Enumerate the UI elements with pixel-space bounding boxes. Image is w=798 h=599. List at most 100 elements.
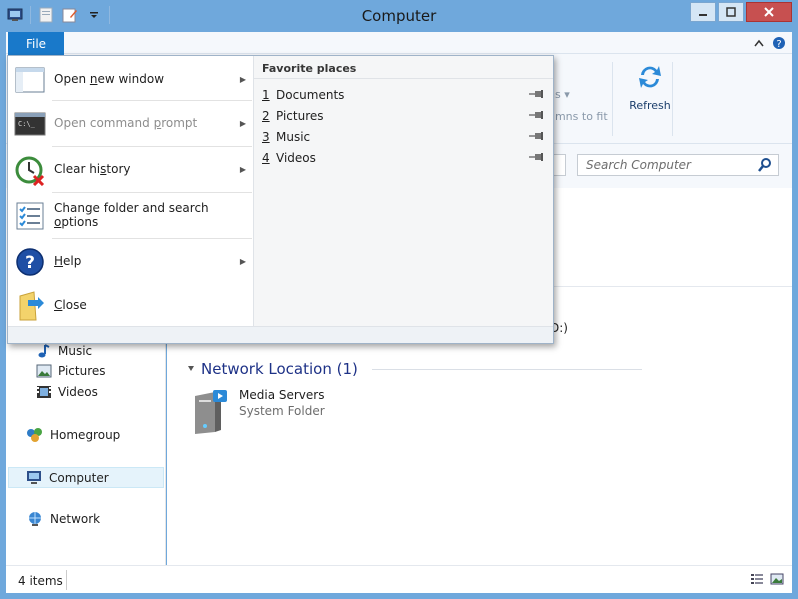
menu-item-label: Change folder and search options (54, 201, 209, 229)
menu-item-label: Help (54, 254, 82, 268)
status-separator (66, 570, 67, 590)
nav-item-pictures[interactable]: Pictures (36, 364, 106, 378)
favorite-pictures[interactable]: 2 Pictures (262, 106, 549, 126)
minimize-icon (699, 14, 707, 16)
favorite-videos[interactable]: 4 Videos (262, 148, 549, 168)
menu-item-label: Open new window (54, 72, 165, 86)
open-new-window-item[interactable]: Open new window ▶ (8, 56, 254, 102)
media-servers-item[interactable]: Media Servers System Folder (189, 388, 325, 436)
help-item[interactable]: ? Help ▶ (8, 238, 254, 284)
close-icon (764, 7, 774, 17)
nav-item-label: Music (58, 344, 93, 358)
nav-item-label: Homegroup (50, 428, 121, 442)
change-folder-options-item[interactable]: Change folder and search options (8, 192, 254, 238)
ribbon-separator (672, 62, 673, 136)
search-placeholder: Search Computer (586, 158, 691, 172)
explorer-window: Computer ? Refresh ns ▾ umns to fit Sear… (0, 0, 798, 599)
menu-item-label: Open command prompt (54, 116, 198, 130)
favorite-label: Videos (276, 151, 316, 165)
favorite-number: 2 (262, 109, 270, 123)
submenu-arrow-icon: ▶ (239, 164, 246, 174)
file-tab[interactable]: File (8, 32, 64, 55)
favorite-number: 4 (262, 151, 270, 165)
folder-options-icon (16, 202, 44, 230)
new-window-icon (15, 67, 45, 93)
refresh-label: Refresh (629, 99, 671, 112)
group-header-line (371, 368, 642, 370)
window-title: Computer (361, 7, 437, 25)
group-header-label: Network Location (1) (201, 360, 358, 378)
pictures-icon (36, 364, 52, 378)
media-server-icon (195, 390, 227, 434)
maximize-icon (726, 7, 736, 17)
nav-item-music[interactable]: Music (36, 343, 92, 359)
pin-icon[interactable] (529, 89, 545, 99)
submenu-arrow-icon: ▶ (239, 256, 246, 266)
favorites-header: Favorite places (262, 62, 357, 75)
collapse-ribbon-icon[interactable] (754, 39, 764, 47)
network-location-group-header[interactable]: Network Location (1) (187, 360, 642, 378)
minimize-button[interactable] (690, 2, 716, 22)
maximize-button[interactable] (718, 2, 744, 22)
homegroup-icon (27, 428, 42, 442)
refresh-icon (639, 66, 661, 88)
open-command-prompt-item[interactable]: C:\_ Open command prompt ▶ (8, 100, 254, 146)
favorite-label: Documents (276, 88, 345, 102)
favorite-music[interactable]: 3 Music (262, 127, 549, 147)
computer-icon (27, 470, 41, 484)
help-icon: ? (16, 248, 44, 276)
svg-text:?: ? (25, 253, 35, 273)
nav-item-computer[interactable]: Computer (8, 467, 164, 488)
ribbon-controls: ? (754, 36, 786, 50)
view-switcher (750, 573, 784, 585)
music-icon (38, 344, 50, 358)
details-view-icon[interactable] (750, 573, 764, 585)
favorite-label: Pictures (276, 109, 324, 123)
title-bar[interactable]: Computer (0, 0, 798, 32)
network-icon (29, 512, 41, 526)
favorites-header-line (254, 78, 553, 79)
submenu-arrow-icon: ▶ (239, 118, 246, 128)
submenu-arrow-icon: ▶ (239, 74, 246, 84)
search-input[interactable]: Search Computer (577, 154, 779, 176)
status-bar: 4 items (6, 565, 792, 593)
search-icon[interactable] (758, 157, 772, 173)
favorite-places-panel: Favorite places 1 Documents 2 Pictures 3… (254, 56, 553, 326)
svg-text:?: ? (776, 39, 781, 50)
pin-icon[interactable] (529, 110, 545, 120)
clear-history-item[interactable]: Clear history ▶ (8, 146, 254, 192)
close-item[interactable]: Close (8, 282, 254, 328)
help-icon[interactable]: ? (772, 36, 786, 50)
pin-icon[interactable] (529, 131, 545, 141)
ribbon-tab-strip: ? (6, 32, 792, 54)
window-controls (690, 2, 792, 22)
item-count: 4 items (18, 574, 63, 588)
file-menu-commands: Open new window ▶ C:\_ Open command prom… (8, 56, 254, 326)
nav-item-label: Videos (58, 385, 98, 399)
svg-text:C:\_: C:\_ (18, 120, 36, 128)
command-prompt-icon: C:\_ (14, 112, 46, 136)
large-icons-view-icon[interactable] (770, 573, 784, 585)
menu-item-label: Clear history (54, 162, 131, 176)
clear-history-icon (15, 156, 45, 186)
favorite-number: 1 (262, 88, 270, 102)
menu-item-label: Close (54, 298, 87, 312)
item-name: Media Servers (239, 388, 325, 402)
ribbon-separator (612, 62, 613, 136)
videos-icon (37, 386, 51, 398)
close-button[interactable] (746, 2, 792, 22)
nav-item-label: Pictures (58, 364, 106, 378)
file-menu: Open new window ▶ C:\_ Open command prom… (7, 55, 554, 344)
ribbon-partial-label-2[interactable]: umns to fit (548, 110, 608, 123)
favorite-number: 3 (262, 130, 270, 144)
close-folder-icon (19, 291, 44, 321)
collapse-group-icon (188, 366, 194, 371)
favorite-documents[interactable]: 1 Documents (262, 85, 549, 105)
nav-item-label: Network (50, 512, 101, 526)
nav-item-label: Computer (49, 470, 109, 485)
pin-icon[interactable] (529, 152, 545, 162)
nav-item-homegroup[interactable]: Homegroup (26, 427, 120, 443)
refresh-button[interactable]: Refresh (624, 62, 676, 126)
nav-item-videos[interactable]: Videos (36, 385, 98, 399)
nav-item-network[interactable]: Network (26, 511, 100, 527)
